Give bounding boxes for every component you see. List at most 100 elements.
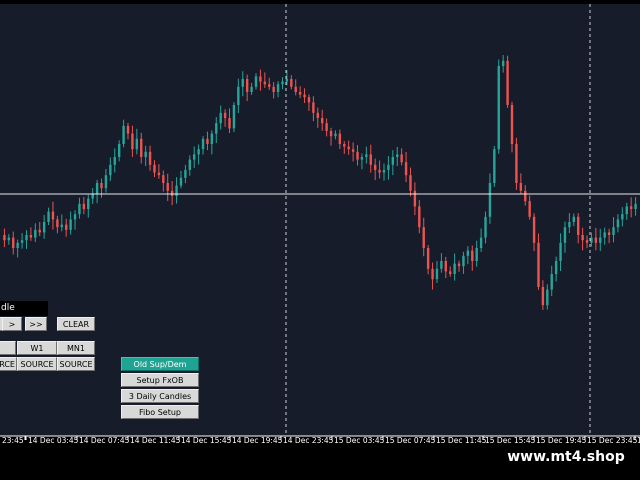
candle-body: [625, 206, 628, 215]
candle-body: [20, 240, 24, 243]
candle-body: [501, 60, 505, 66]
candle-body: [563, 227, 567, 243]
candle-body: [56, 219, 59, 228]
candle-body: [113, 157, 116, 165]
candle-body: [109, 164, 112, 176]
candle-body: [117, 144, 121, 157]
candle-body: [184, 170, 187, 178]
candle-body: [140, 138, 143, 157]
panel-button-forward[interactable]: >: [2, 317, 22, 331]
menu-old-sup-dem[interactable]: Old Sup/Dem: [121, 357, 199, 371]
candle-body: [369, 154, 372, 165]
candle-body: [373, 164, 377, 170]
candle-body: [197, 149, 200, 155]
candle-body: [206, 138, 209, 144]
candle-body: [471, 250, 474, 261]
source-button-partial[interactable]: RCE: [0, 357, 17, 371]
candle-body: [215, 123, 218, 134]
candle-body: [590, 237, 593, 243]
candle-body: [157, 172, 161, 176]
candle-body: [65, 224, 68, 230]
menu-setup-fxob[interactable]: Setup FxOB: [121, 373, 199, 387]
candle-body: [95, 183, 99, 194]
time-axis-label: 14 Dec 11:45: [130, 436, 181, 445]
candle-body: [404, 162, 408, 176]
candle-body: [122, 125, 125, 144]
timeframe-button-mn1[interactable]: MN1: [57, 341, 95, 355]
candle-body: [444, 261, 447, 272]
candle-body: [179, 177, 183, 186]
candle-body: [60, 224, 63, 228]
candle-body: [294, 86, 297, 92]
menu-3-daily-candles[interactable]: 3 Daily Candles: [121, 389, 199, 403]
timeframe-button-partial[interactable]: [0, 341, 16, 355]
time-axis-label: 14 Dec 03:45: [28, 436, 79, 445]
candle-body: [387, 164, 390, 170]
candle-body: [440, 261, 443, 269]
candle-body: [276, 84, 280, 92]
candle-body: [329, 131, 333, 137]
candle-body: [7, 237, 11, 241]
candle-body: [462, 255, 465, 267]
candle-body: [506, 60, 509, 105]
source-button-w1[interactable]: SOURCE: [17, 357, 57, 371]
candle-body: [100, 183, 103, 189]
candle-body: [391, 157, 395, 165]
candle-body: [298, 92, 302, 95]
candle-body: [528, 201, 531, 217]
candle-body: [188, 159, 191, 170]
candle-body: [484, 216, 487, 238]
candle-body: [338, 133, 342, 144]
candle-body: [382, 170, 386, 173]
candle-body: [541, 287, 545, 306]
source-button-mn1[interactable]: SOURCE: [57, 357, 95, 371]
candle-body: [559, 242, 562, 261]
candle-body: [254, 76, 258, 87]
candle-body: [268, 84, 271, 87]
candle-body: [475, 248, 478, 261]
candle-body: [599, 237, 602, 243]
candle-body: [126, 125, 130, 134]
price-chart[interactable]: dle < > > >> CLEAR W1 MN1 RCE SOURCE SOU…: [0, 0, 640, 480]
time-axis-label: 23:45: [2, 436, 24, 445]
candle-body: [466, 250, 470, 256]
candle-body: [166, 183, 169, 191]
candle-body: [515, 144, 518, 183]
candle-body: [607, 232, 611, 235]
candle-body: [629, 206, 633, 209]
candle-body: [343, 144, 346, 147]
candle-body: [303, 94, 306, 98]
candle-body: [312, 102, 315, 113]
candle-body: [581, 235, 584, 241]
panel-title: dle: [0, 301, 48, 316]
candle-body: [493, 149, 496, 183]
candle-body: [479, 237, 483, 248]
time-axis-label: 14 Dec 19:45: [232, 436, 283, 445]
panel-button-clear[interactable]: CLEAR: [57, 317, 95, 331]
candle-body: [285, 79, 289, 82]
candle-body: [144, 151, 147, 157]
candle-body: [281, 81, 284, 85]
candle-body: [241, 79, 244, 87]
candle-body: [422, 227, 425, 248]
candle-body: [73, 214, 77, 220]
candle-body: [29, 235, 33, 238]
menu-fibo-setup[interactable]: Fibo Setup: [121, 405, 199, 419]
candle-body: [568, 222, 571, 228]
candle-body: [325, 123, 328, 131]
panel-button-fast-forward[interactable]: >>: [25, 317, 47, 331]
candle-body: [131, 133, 134, 150]
candle-body: [418, 206, 421, 228]
candle-body: [170, 190, 174, 196]
candle-body: [148, 151, 152, 165]
candle-body: [594, 237, 598, 243]
candlestick-chart[interactable]: [0, 0, 640, 480]
candle-body: [577, 216, 580, 235]
candle-body: [250, 86, 253, 92]
candle-body: [616, 219, 620, 228]
time-axis-label: 14 Dec 23:45: [283, 436, 334, 445]
candle-body: [272, 86, 275, 92]
candle-body: [351, 149, 355, 152]
candle-body: [409, 175, 412, 191]
timeframe-button-w1[interactable]: W1: [17, 341, 57, 355]
